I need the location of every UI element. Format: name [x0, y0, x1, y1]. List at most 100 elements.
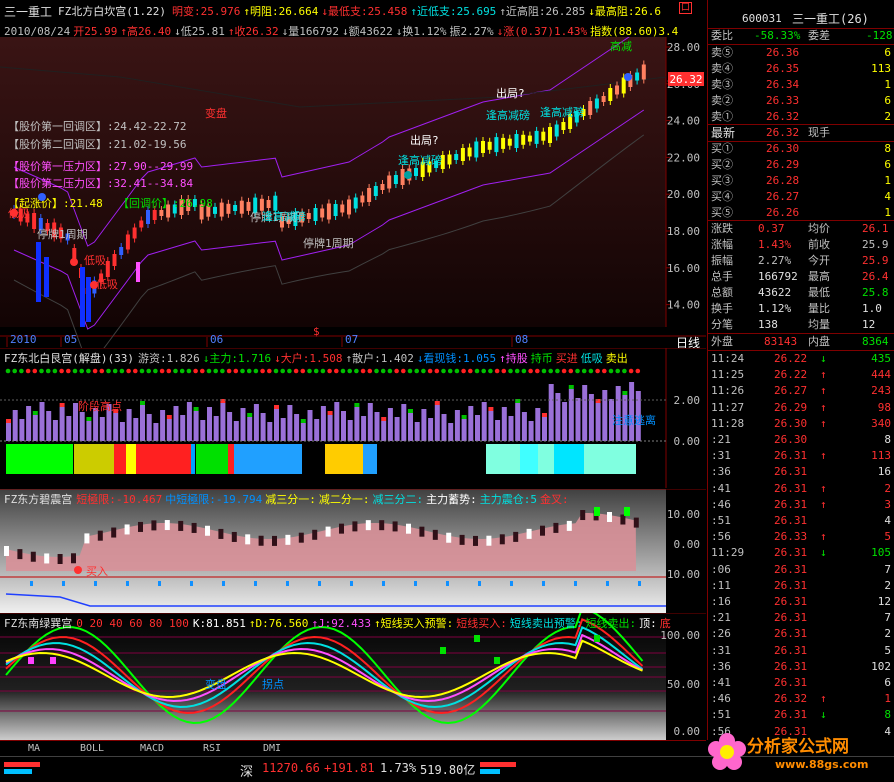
histogram-bar: [39, 402, 45, 441]
candle-body: [239, 200, 244, 214]
tick-17-vol: 2: [884, 627, 891, 641]
status-dot: [360, 368, 366, 374]
price-tick-4: 20.00: [667, 188, 700, 201]
indicator-panel-3[interactable]: 变盘 拐点100.0050.000.00: [0, 613, 706, 741]
price-tick-7: 14.00: [667, 299, 700, 312]
candle-body: [554, 124, 559, 137]
status-dot: [461, 368, 466, 374]
panel1-label-0: 阶段高点: [78, 399, 122, 413]
tick-2-1: 26.27: [774, 384, 808, 398]
stat-0-0: 涨跌: [711, 222, 733, 235]
chart-area[interactable]: 三一重工 FZ北方白坎宫(1.22) 明变:25.976 ↑明阻:26.664 ↓最…: [0, 0, 706, 781]
watermark-logo: 分析家公式网 www.88gs.com: [705, 730, 894, 780]
candle-body: [213, 206, 217, 214]
bid-row-0-volume: 8: [884, 142, 891, 155]
panel2-candle: [633, 517, 639, 528]
tick-3-vol: 98: [877, 400, 891, 414]
ask-row-1-label: 卖④: [711, 62, 733, 75]
candle-body: [152, 210, 157, 220]
panel2-candle: [57, 553, 63, 564]
status-dot: [66, 368, 71, 374]
panel2-candle: [365, 520, 371, 531]
panel3-tick-2: 0.00: [674, 725, 701, 738]
histogram-bar: [79, 412, 85, 441]
histogram-bar: [180, 415, 186, 441]
panel2-candle: [164, 520, 170, 531]
status-dot: [233, 368, 239, 374]
ask-row-1: 卖④ 26.35 113: [708, 61, 894, 77]
pink-bar: [136, 262, 140, 282]
signal-block-3: [126, 444, 136, 474]
panel2-candle: [285, 534, 291, 545]
panel1-tick-0: 2.00: [674, 394, 701, 407]
candle-body: [494, 137, 499, 153]
panel3-marker-0: [28, 657, 34, 664]
panel3-scale: 0 20 40 60 80 100: [76, 617, 189, 630]
status-dot: [166, 368, 172, 374]
tick-row-5: :21 26.30 8: [708, 432, 894, 448]
tick-4-vol: 340: [871, 416, 891, 430]
candlestick-chart[interactable]: 28.0026.0024.0022.0020.0018.0016.0014.00…: [0, 37, 706, 357]
histogram-bar: [481, 402, 487, 441]
indicator-name: FZ北方白坎宫(1.22): [58, 5, 166, 18]
status-dot: [79, 368, 84, 374]
stock-code: 600031: [742, 12, 782, 25]
tab-macd[interactable]: MACD: [130, 742, 174, 755]
histogram-bar: [582, 385, 588, 441]
tick-17-1: 26.31: [774, 627, 808, 641]
histogram-bar: [193, 411, 199, 441]
ask-row-2: 卖③ 26.34 1: [708, 77, 894, 93]
histogram-bar: [294, 414, 300, 441]
date-tick-0: 2010: [10, 333, 37, 346]
signal-block-8: [234, 444, 302, 474]
chart-annotation-14: 逢高减磅: [262, 209, 306, 223]
status-dot: [334, 368, 339, 374]
tick-16-1: 26.31: [774, 611, 808, 625]
indicator-tabs: MA BOLL MACD RSI DMI: [0, 740, 706, 756]
tick-row-11: :56 26.33 ↑ 5: [708, 529, 894, 545]
status-dot: [307, 368, 312, 374]
status-dot: [313, 368, 319, 374]
tab-boll[interactable]: BOLL: [70, 742, 114, 755]
latest-value: 26.32: [766, 126, 800, 139]
tick-20-1: 26.31: [774, 676, 808, 689]
date-tick-2: 06: [210, 333, 223, 346]
histogram-bar: [568, 389, 574, 441]
date-tick-4: 08: [515, 333, 528, 346]
stat-1-2: 前收: [808, 238, 830, 251]
stock-title: 三一重工(26): [792, 12, 869, 26]
price-tick-6: 16.00: [667, 262, 700, 275]
close-chart-icon[interactable]: 口: [679, 2, 693, 14]
panel3-marker-4: [474, 635, 480, 642]
panel3-marker-5: [594, 635, 600, 642]
status-dot: [635, 368, 641, 374]
panel2-candle: [566, 520, 572, 531]
status-dot: [414, 368, 420, 374]
market-change: +191.81: [324, 761, 375, 775]
histogram-bar: [119, 422, 125, 441]
stock-name: 三一重工: [4, 5, 53, 19]
tab-rsi[interactable]: RSI: [190, 742, 234, 755]
weibi-label: 委比: [711, 29, 733, 42]
panel2-tick-0: 10.00: [667, 508, 700, 521]
watermark-url: www.88gs.com: [775, 758, 869, 771]
indicator-panel-2[interactable]: 买入 10.00 0.00 -10.00: [0, 489, 706, 613]
histogram-bar: [146, 414, 152, 441]
candle-body: [373, 186, 378, 196]
candle-body: [112, 254, 117, 266]
ask-row-2-label: 卖③: [711, 78, 733, 91]
tab-dmi[interactable]: DMI: [250, 742, 294, 755]
tick-0-0: 11:24: [711, 352, 745, 365]
tab-ma[interactable]: MA: [12, 742, 56, 755]
stat-4-1: 43622: [758, 286, 792, 299]
ask-row-4-price: 26.32: [766, 110, 800, 123]
status-dot: [193, 368, 198, 374]
status-dot: [267, 368, 272, 374]
tick-8-1: 26.31: [774, 481, 808, 495]
stat-2-3: 25.9: [862, 254, 889, 267]
panel2-candle: [499, 534, 505, 545]
candle-body: [514, 134, 519, 148]
header-bar: 三一重工 FZ北方白坎宫(1.22) 明变:25.976 ↑明阻:26.664 ↓最…: [0, 0, 706, 22]
status-dot: [253, 368, 259, 374]
indicator-panel-1[interactable]: 2.00 0.00 阶段高点注意逃离: [0, 348, 706, 488]
